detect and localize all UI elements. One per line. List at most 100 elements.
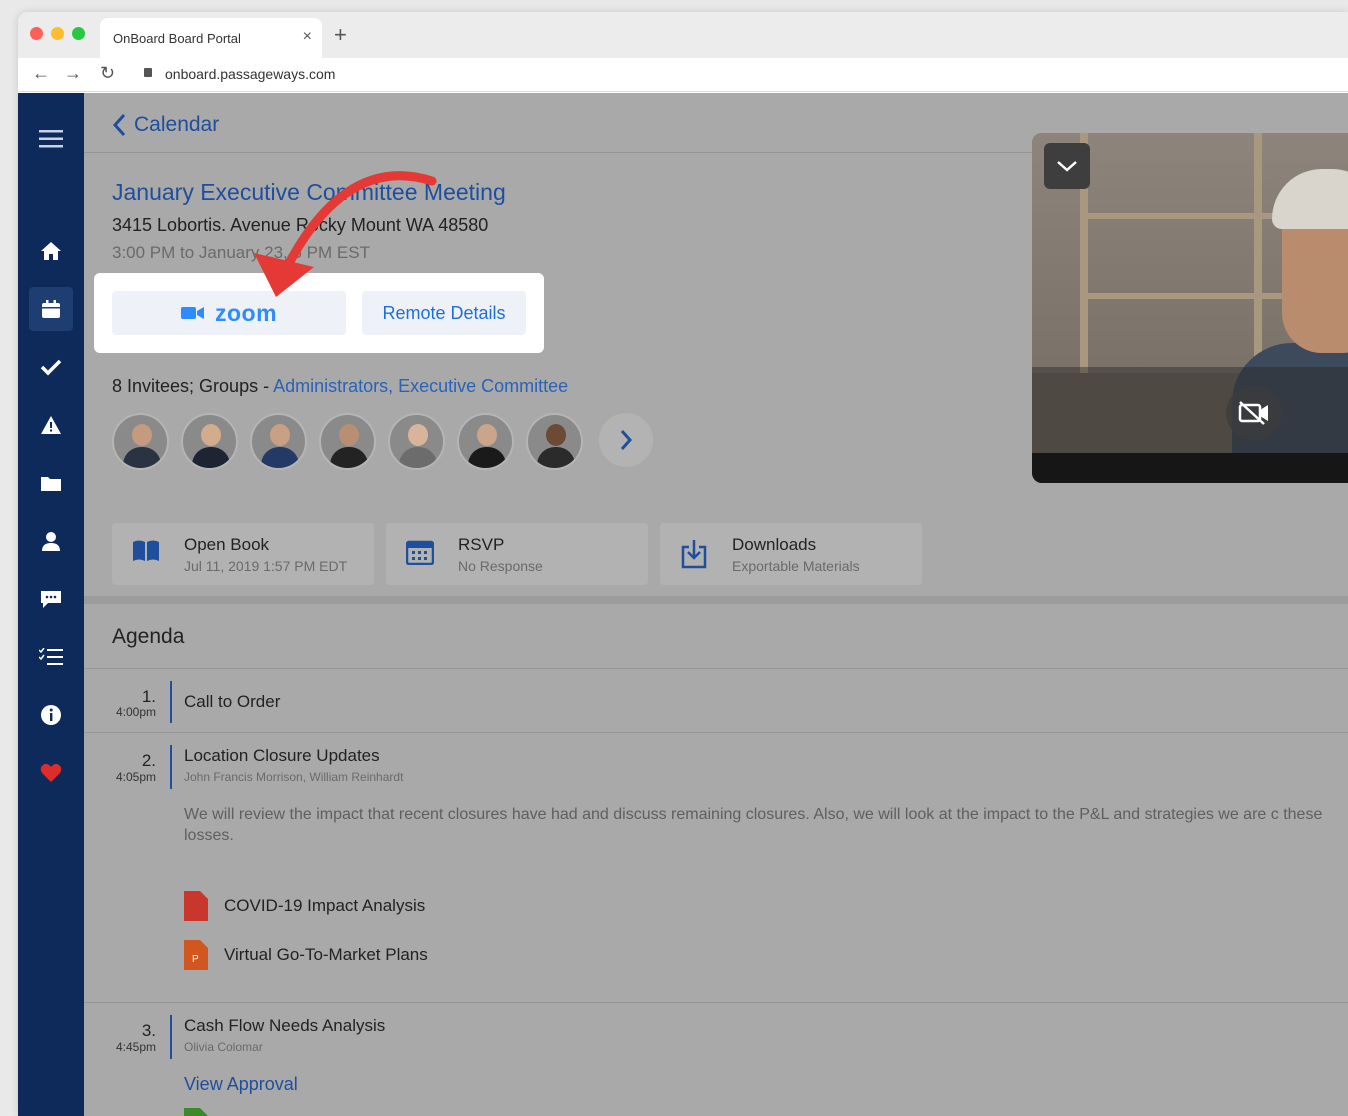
tab-title: OnBoard Board Portal bbox=[113, 31, 241, 46]
browser-tab[interactable]: OnBoard Board Portal × bbox=[100, 18, 322, 58]
invitees-count: 8 Invitees; Groups - bbox=[112, 376, 274, 396]
video-call-window[interactable] bbox=[1032, 133, 1348, 483]
card-subtitle: Exportable Materials bbox=[732, 558, 860, 574]
agenda-item-bar bbox=[170, 681, 172, 723]
file-icon bbox=[184, 1108, 208, 1116]
downloads-card[interactable]: Downloads Exportable Materials bbox=[660, 523, 922, 585]
folder-icon[interactable] bbox=[29, 461, 73, 505]
agenda-item-title: Cash Flow Needs Analysis bbox=[184, 1016, 386, 1035]
video-camera-icon bbox=[180, 307, 204, 319]
card-title: Open Book bbox=[184, 535, 270, 554]
maximize-window-button[interactable] bbox=[72, 27, 85, 40]
agenda-item-title: Call to Order bbox=[184, 692, 281, 711]
svg-text:P: P bbox=[192, 954, 199, 965]
shelf bbox=[1082, 293, 1282, 299]
agenda-item-description: We will review the impact that recent cl… bbox=[184, 806, 1323, 844]
agenda-item-bar bbox=[170, 745, 172, 789]
invitees-line: 8 Invitees; Groups - Administrators, Exe… bbox=[112, 376, 568, 397]
back-arrow-icon[interactable]: ← bbox=[32, 63, 50, 84]
card-title: RSVP bbox=[458, 535, 505, 554]
chevron-right-icon bbox=[620, 430, 633, 450]
minimize-window-button[interactable] bbox=[51, 27, 64, 40]
rsvp-card[interactable]: RSVP No Response bbox=[386, 523, 648, 585]
document-name: COVID-19 Impact Analysis bbox=[224, 896, 426, 915]
avatar[interactable] bbox=[457, 413, 514, 470]
agenda-item-bar bbox=[170, 1015, 172, 1059]
collapse-video-button[interactable] bbox=[1044, 143, 1090, 189]
lock-icon bbox=[144, 68, 152, 77]
menu-icon[interactable] bbox=[29, 117, 73, 161]
agenda-item-number: 1. bbox=[141, 687, 156, 706]
agenda-item-time: 4:00pm bbox=[115, 705, 156, 719]
agenda-item-presenters: Olivia Colomar bbox=[184, 1040, 263, 1054]
card-subtitle: No Response bbox=[458, 558, 543, 574]
heart-icon[interactable] bbox=[29, 751, 73, 795]
shelf bbox=[1082, 213, 1282, 219]
tab-close-icon[interactable]: × bbox=[303, 28, 312, 46]
back-to-calendar-link[interactable]: Calendar bbox=[112, 113, 219, 137]
url-field[interactable]: onboard.passageways.com bbox=[165, 66, 335, 82]
agenda-item-presenters: John Francis Morrison, William Reinhardt bbox=[184, 770, 404, 784]
meeting-action-cards: Open Book Jul 11, 2019 1:57 PM EDT RSVP … bbox=[112, 523, 922, 585]
avatar[interactable] bbox=[319, 413, 376, 470]
avatar[interactable] bbox=[388, 413, 445, 470]
sidebar bbox=[18, 93, 84, 1116]
new-tab-button[interactable]: + bbox=[334, 22, 347, 48]
view-approval-link[interactable]: View Approval bbox=[184, 1074, 298, 1095]
chat-icon[interactable] bbox=[29, 577, 73, 621]
browser-window: OnBoard Board Portal × + ← → ↻ onboard.p… bbox=[18, 12, 1348, 1116]
agenda-item-time: 4:45pm bbox=[115, 1040, 156, 1054]
checklist-icon[interactable] bbox=[29, 635, 73, 679]
warning-icon[interactable] bbox=[29, 403, 73, 447]
window-controls bbox=[30, 27, 85, 40]
invitee-groups-link[interactable]: Administrators, Executive Committee bbox=[273, 376, 568, 396]
agenda-document[interactable]: P Virtual Go-To-Market Plans bbox=[184, 940, 428, 970]
open-book-card[interactable]: Open Book Jul 11, 2019 1:57 PM EDT bbox=[112, 523, 374, 585]
agenda-item-number: 2. bbox=[141, 751, 156, 770]
ppt-file-icon: P bbox=[184, 940, 208, 970]
agenda-heading: Agenda bbox=[112, 625, 185, 648]
home-icon[interactable] bbox=[29, 229, 73, 273]
chevron-down-icon bbox=[1057, 161, 1077, 172]
chevron-left-icon bbox=[112, 113, 126, 137]
avatar[interactable] bbox=[181, 413, 238, 470]
download-icon bbox=[681, 540, 707, 569]
agenda-item-title: Location Closure Updates bbox=[184, 746, 380, 765]
video-controls-bar bbox=[1032, 367, 1348, 453]
document-name: Virtual Go-To-Market Plans bbox=[224, 945, 428, 964]
avatar[interactable] bbox=[250, 413, 307, 470]
zoom-logo-text: zoom bbox=[214, 299, 278, 326]
book-icon bbox=[133, 540, 159, 561]
shelf-post bbox=[1254, 133, 1262, 373]
address-bar: ← → ↻ onboard.passageways.com bbox=[18, 58, 1348, 92]
card-title: Downloads bbox=[732, 535, 817, 554]
meeting-detail-panel: Calendar January Executive Committee Mee… bbox=[84, 93, 1348, 1116]
avatar[interactable] bbox=[526, 413, 583, 470]
pdf-file-icon bbox=[184, 891, 208, 921]
more-invitees-button[interactable] bbox=[599, 413, 653, 467]
video-bottom-bar bbox=[1032, 453, 1348, 483]
forward-arrow-icon[interactable]: → bbox=[64, 63, 82, 84]
invitee-avatars bbox=[112, 413, 653, 470]
video-off-icon bbox=[1238, 401, 1268, 425]
camera-off-button[interactable] bbox=[1226, 385, 1282, 441]
back-label: Calendar bbox=[134, 113, 220, 136]
agenda-item-number: 3. bbox=[141, 1021, 156, 1040]
check-icon[interactable] bbox=[29, 345, 73, 389]
avatar[interactable] bbox=[112, 413, 169, 470]
agenda-divider bbox=[84, 732, 1348, 733]
calendar-nav-icon[interactable] bbox=[29, 287, 73, 331]
user-icon[interactable] bbox=[29, 519, 73, 563]
reload-icon[interactable]: ↻ bbox=[100, 63, 115, 84]
section-divider bbox=[84, 596, 1348, 604]
calendar-icon bbox=[406, 540, 434, 565]
card-subtitle: Jul 11, 2019 1:57 PM EDT bbox=[184, 558, 348, 574]
agenda-document[interactable]: COVID-19 Impact Analysis bbox=[184, 891, 425, 921]
agenda-divider bbox=[84, 1002, 1348, 1003]
agenda-item-time: 4:05pm bbox=[115, 770, 156, 784]
annotation-arrow bbox=[254, 171, 437, 297]
info-icon[interactable] bbox=[29, 693, 73, 737]
agenda-divider bbox=[84, 668, 1348, 669]
tab-bar: OnBoard Board Portal × + bbox=[18, 12, 1348, 58]
close-window-button[interactable] bbox=[30, 27, 43, 40]
